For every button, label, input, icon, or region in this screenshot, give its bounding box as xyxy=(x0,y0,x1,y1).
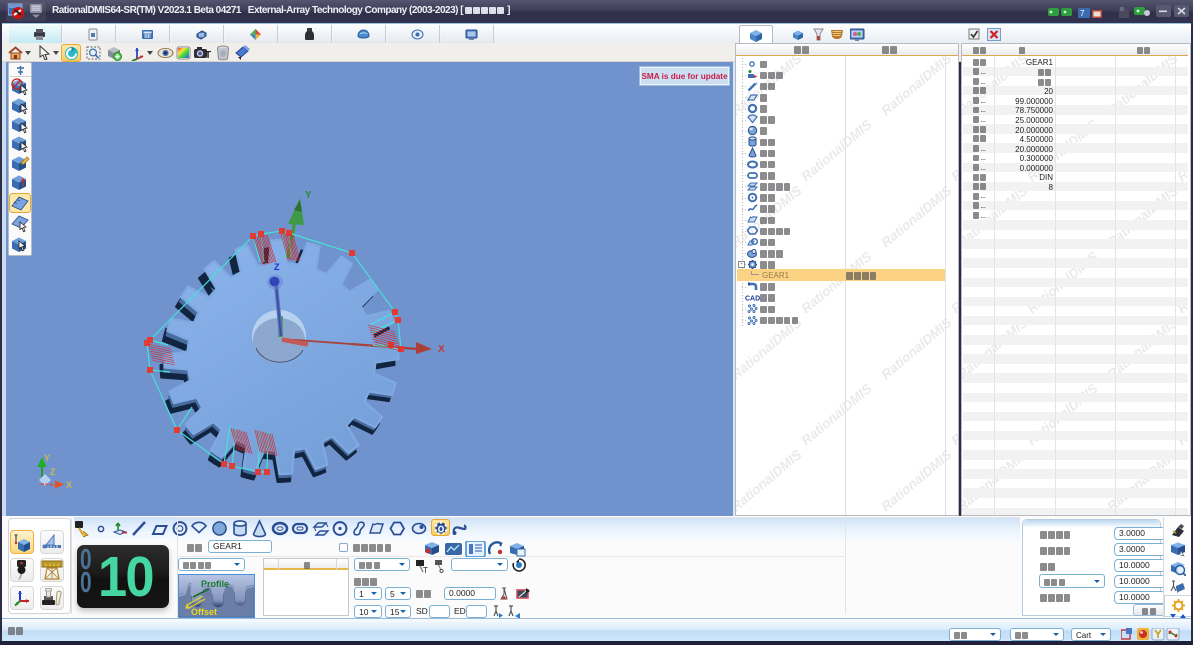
svg-text:T: T xyxy=(423,566,428,574)
svg-text:RationalDMIS: RationalDMIS xyxy=(878,447,954,514)
svg-text:Y: Y xyxy=(305,190,312,201)
svg-text:RationalDMIS: RationalDMIS xyxy=(798,513,874,515)
svg-text:RationalDMIS: RationalDMIS xyxy=(878,315,954,382)
svg-text:RationalDMIS: RationalDMIS xyxy=(948,381,958,448)
svg-text:RationalDMIS: RationalDMIS xyxy=(798,117,874,184)
svg-text:RationalDMIS: RationalDMIS xyxy=(948,513,958,515)
svg-text:X: X xyxy=(66,480,72,490)
svg-text:Z: Z xyxy=(50,467,56,477)
svg-text:Profile: Profile xyxy=(201,579,229,589)
svg-text:Y: Y xyxy=(44,453,50,463)
svg-text:RationalDMIS: RationalDMIS xyxy=(948,249,958,316)
svg-text:RationalDMIS: RationalDMIS xyxy=(878,51,954,118)
svg-text:RationalDMIS: RationalDMIS xyxy=(736,447,805,514)
svg-text:RationalDMIS: RationalDMIS xyxy=(798,381,874,448)
svg-text:Offset: Offset xyxy=(191,607,217,617)
svg-text:X: X xyxy=(438,344,445,355)
svg-text:CAD: CAD xyxy=(745,296,760,303)
svg-text:RationalDMIS: RationalDMIS xyxy=(798,249,874,316)
svg-text:T: T xyxy=(205,50,211,60)
svg-text:RationalDMIS: RationalDMIS xyxy=(878,183,954,250)
svg-text:Z: Z xyxy=(274,262,280,272)
svg-text:RationalDMIS: RationalDMIS xyxy=(948,117,958,184)
svg-text:7: 7 xyxy=(1080,9,1085,18)
